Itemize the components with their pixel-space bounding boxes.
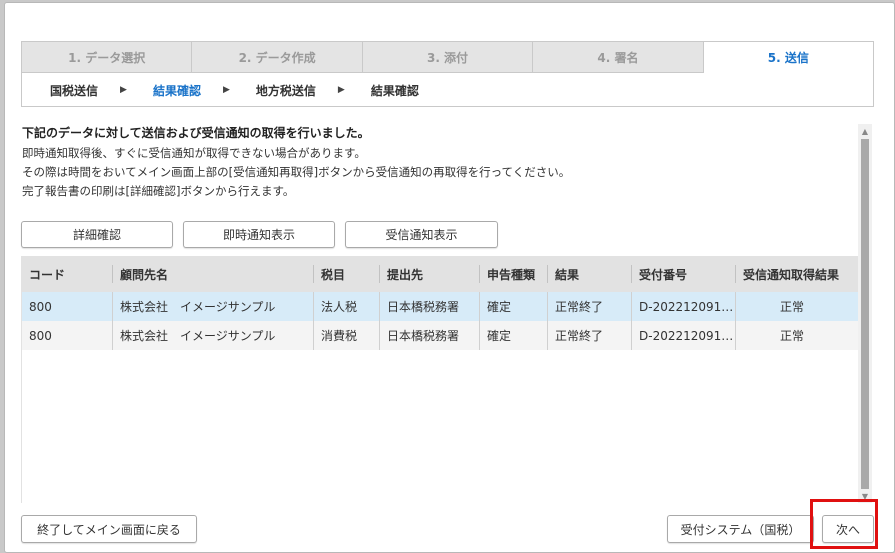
arrow-right-icon: ▶ — [222, 85, 230, 95]
wizard: 1. データ選択 2. データ作成 3. 添付 4. 署名 5. 送信 国税送信… — [21, 41, 874, 107]
reception-system-button[interactable]: 受付システム（国税） — [667, 515, 814, 543]
content-panel: 下記のデータに対して送信および受信通知の取得を行いました。 即時通知取得後、すぐ… — [21, 117, 874, 503]
cell-receipt-status: 正常 — [779, 329, 804, 343]
cell-submit-to: 日本橋税務署 — [380, 292, 480, 321]
step-attach: 3. 添付 — [362, 42, 534, 73]
message-title: 下記のデータに対して送信および受信通知の取得を行いました。 — [22, 126, 370, 140]
immediate-notice-button[interactable]: 即時通知表示 — [183, 221, 335, 248]
col-submit-to[interactable]: 提出先 — [380, 256, 480, 292]
message-line: 即時通知取得後、すぐに受信通知が取得できない場合があります。 — [22, 146, 366, 160]
wizard-substeps: 国税送信 ▶ 結果確認 ▶ 地方税送信 ▶ 結果確認 — [22, 73, 873, 107]
cell-tax-type: 消費税 — [314, 321, 380, 350]
cell-receipt-status: 正常 — [779, 300, 804, 314]
step-data-create: 2. データ作成 — [192, 42, 363, 73]
cell-filing-type: 確定 — [480, 321, 548, 350]
col-client[interactable]: 顧問先名 — [113, 256, 314, 292]
dialog: 1. データ選択 2. データ作成 3. 添付 4. 署名 5. 送信 国税送信… — [4, 2, 895, 553]
col-filing-type[interactable]: 申告種類 — [480, 256, 548, 292]
cell-receipt-no: D-202212091… — [632, 321, 736, 350]
cell-result: 正常終了 — [548, 292, 632, 321]
highlight-box — [810, 499, 878, 549]
cell-code: 800 — [22, 292, 113, 321]
table-row[interactable]: 800 株式会社 イメージサンプル 消費税 日本橋税務署 確定 正常終了 D-2… — [22, 321, 858, 350]
arrow-right-icon: ▶ — [337, 85, 345, 95]
substep-local-send: 地方税送信 — [255, 83, 316, 98]
scroll-thumb[interactable] — [861, 139, 869, 489]
message-line: その際は時間をおいてメイン画面上部の[受信通知再取得]ボタンから受信通知の再取得… — [22, 165, 571, 179]
table-row[interactable]: 800 株式会社 イメージサンプル 法人税 日本橋税務署 確定 正常終了 D-2… — [22, 292, 858, 321]
substep-local-result: 結果確認 — [370, 83, 419, 98]
col-receipt-status[interactable]: 受信通知取得結果 — [736, 256, 848, 292]
cell-client: 株式会社 イメージサンプル — [113, 321, 314, 350]
cell-result: 正常終了 — [548, 321, 632, 350]
step-sign: 4. 署名 — [533, 42, 704, 73]
cell-receipt-no: D-202212091… — [632, 292, 736, 321]
scroll-up-icon[interactable]: ▲ — [858, 124, 872, 138]
cell-tax-type: 法人税 — [314, 292, 380, 321]
table-header: コード 顧問先名 税目 提出先 申告種類 結果 受付番号 受信通知取得結果 — [22, 256, 858, 292]
cell-filing-type: 確定 — [480, 292, 548, 321]
step-data-select: 1. データ選択 — [22, 42, 193, 73]
step-send: 5. 送信 — [703, 42, 874, 73]
receipt-notice-button[interactable]: 受信通知表示 — [345, 221, 498, 248]
detail-button[interactable]: 詳細確認 — [21, 221, 173, 248]
cell-submit-to: 日本橋税務署 — [380, 321, 480, 350]
message-line: 完了報告書の印刷は[詳細確認]ボタンから行えます。 — [22, 184, 295, 198]
back-to-main-button[interactable]: 終了してメイン画面に戻る — [21, 515, 197, 543]
arrow-right-icon: ▶ — [120, 85, 127, 95]
col-code[interactable]: コード — [22, 256, 113, 292]
vertical-scrollbar[interactable]: ▲ ▼ — [858, 124, 872, 503]
substep-national-send: 国税送信 — [50, 83, 99, 98]
col-receipt-no[interactable]: 受付番号 — [632, 256, 736, 292]
cell-code: 800 — [22, 321, 113, 350]
wizard-steps: 1. データ選択 2. データ作成 3. 添付 4. 署名 5. 送信 — [22, 42, 874, 73]
result-table: コード 顧問先名 税目 提出先 申告種類 結果 受付番号 受信通知取得結果 80… — [21, 256, 858, 503]
col-tax-type[interactable]: 税目 — [314, 256, 380, 292]
cell-client: 株式会社 イメージサンプル — [113, 292, 314, 321]
col-result[interactable]: 結果 — [548, 256, 632, 292]
substep-national-result: 結果確認 — [152, 83, 201, 98]
